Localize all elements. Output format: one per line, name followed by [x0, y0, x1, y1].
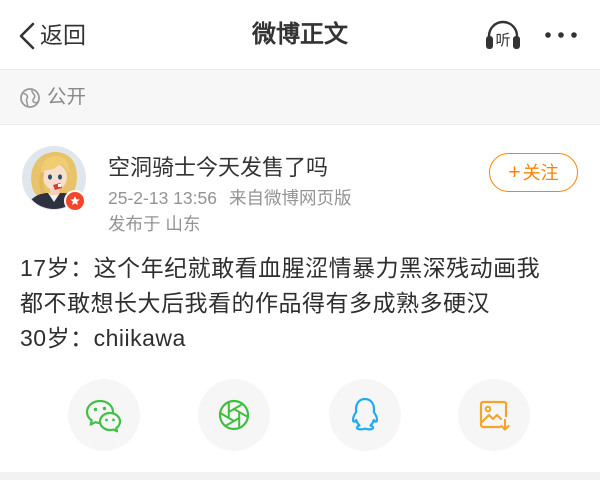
visibility-bar: 公开 — [0, 70, 600, 125]
page-title: 微博正文 — [252, 21, 348, 48]
share-wechat-button[interactable] — [68, 379, 140, 451]
follow-button[interactable]: + 关注 — [489, 153, 578, 192]
bottom-divider — [0, 472, 600, 480]
qq-icon — [351, 397, 379, 431]
globe-icon — [20, 88, 40, 108]
chevron-left-icon — [19, 22, 35, 50]
post-text-line: 都不敢想长大后我看的作品得有多成熟多硬汉 — [20, 290, 490, 316]
more-dots-icon — [545, 32, 577, 38]
save-image-icon — [479, 400, 510, 431]
author-name[interactable]: 空洞骑士今天发售了吗 — [108, 154, 328, 182]
top-nav-bar: 返回 微博正文 听 — [0, 0, 600, 70]
post-text: 17岁：这个年纪就敢看血腥涩情暴力黑深残动画我 都不敢想长大后我看的作品得有多成… — [20, 251, 585, 356]
post-time: 25-2-13 13:56 — [108, 188, 217, 208]
verified-badge-icon — [64, 190, 86, 212]
save-image-button[interactable] — [458, 379, 530, 451]
post-location: 发布于 山东 — [108, 214, 201, 234]
post-card: 空洞骑士今天发售了吗 25-2-13 13:56 来自微博网页版 发布于 山东 +… — [0, 125, 600, 472]
post-text-line: 30岁：chiikawa — [20, 325, 186, 351]
moments-icon — [218, 399, 250, 431]
post-source: 来自微博网页版 — [228, 188, 352, 208]
back-button[interactable]: 返回 — [10, 14, 100, 56]
post-meta: 25-2-13 13:56 来自微博网页版 — [108, 187, 351, 209]
post-text-line: 17岁：这个年纪就敢看血腥涩情暴力黑深残动画我 — [20, 255, 541, 281]
listen-button[interactable]: 听 — [483, 18, 523, 54]
share-qq-button[interactable] — [329, 379, 401, 451]
verified-badge-graphic — [64, 190, 86, 212]
plus-icon: + — [508, 160, 521, 184]
follow-label: 关注 — [522, 162, 559, 183]
share-moments-button[interactable] — [198, 379, 270, 451]
wechat-icon — [85, 399, 122, 433]
visibility-label: 公开 — [47, 86, 87, 108]
listen-label: 听 — [495, 32, 511, 49]
back-label: 返回 — [40, 22, 86, 48]
more-button[interactable] — [540, 24, 584, 46]
